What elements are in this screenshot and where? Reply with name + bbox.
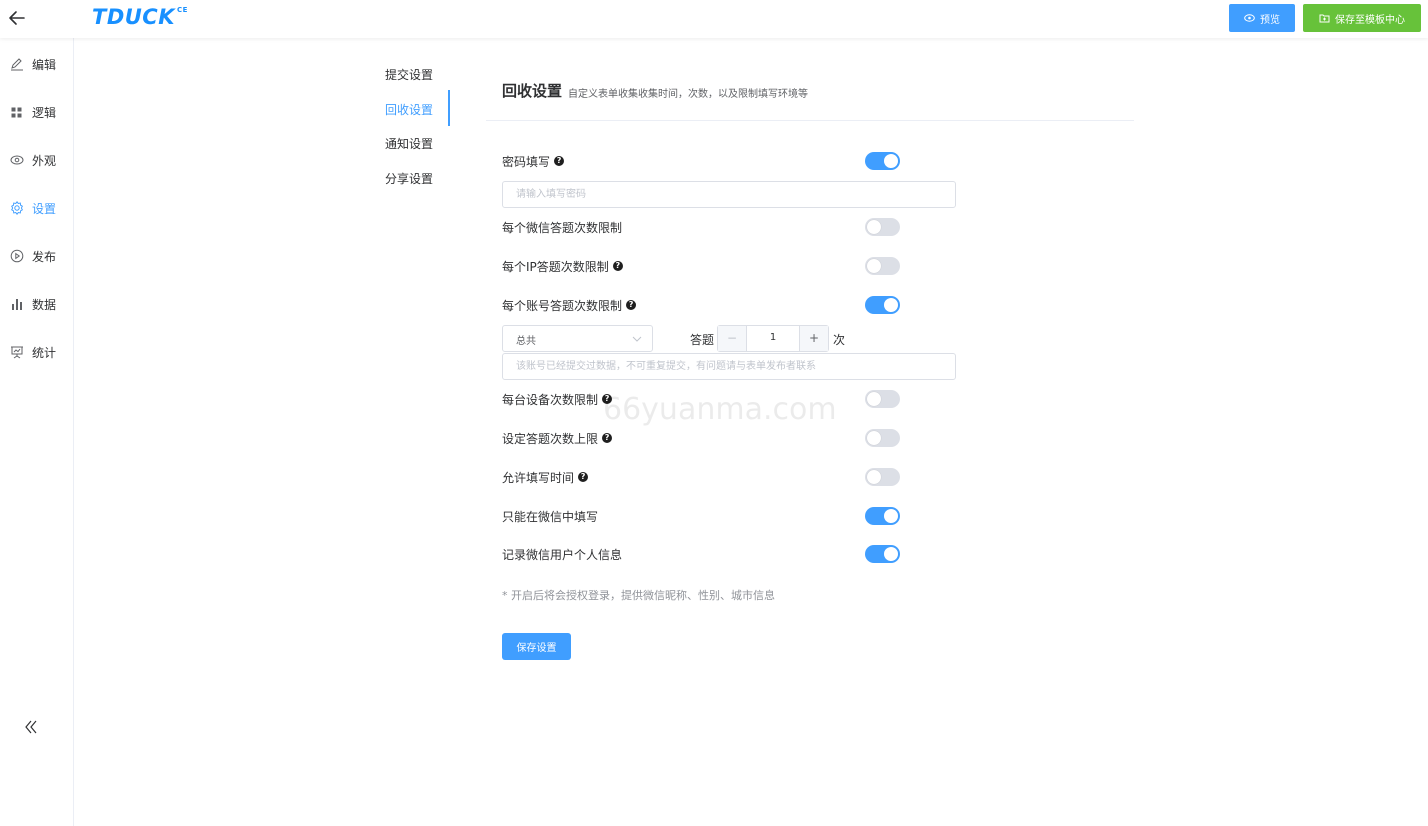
password-setting-label: 密码填写 ?: [502, 152, 565, 170]
sidebar-item-settings[interactable]: 设置: [0, 196, 73, 220]
password-input[interactable]: [502, 181, 956, 208]
save-to-template-button[interactable]: 保存至模板中心: [1303, 4, 1421, 32]
sidebar-item-label: 数据: [32, 298, 57, 312]
sidebar-item-label: 发布: [32, 250, 57, 264]
account-limit-switch[interactable]: [865, 296, 900, 314]
question-circle-icon[interactable]: ?: [578, 472, 589, 482]
setting-label-text: 每个微信答题次数限制: [502, 220, 623, 235]
increment-button[interactable]: +: [799, 326, 828, 351]
section-divider: [486, 120, 1134, 121]
count-label: 答题: [690, 333, 715, 347]
submenu-collect-settings[interactable]: 回收设置: [385, 101, 450, 118]
setting-label-text: 每台设备次数限制: [502, 392, 599, 407]
select-value: 总共: [516, 336, 536, 347]
sidebar-item-appearance[interactable]: 外观: [0, 148, 73, 172]
wechat-only-switch[interactable]: [865, 507, 900, 525]
switch-knob: [884, 154, 898, 168]
wechat-userinfo-switch[interactable]: [865, 545, 900, 563]
setting-label-text: 设定答题次数上限: [502, 431, 599, 446]
switch-knob: [884, 547, 898, 561]
switch-knob: [867, 470, 881, 484]
left-sidebar: 编辑 逻辑 外观 设置 发布 数据 统计: [0, 38, 74, 826]
submenu-active-indicator: [448, 90, 450, 126]
device-limit-label: 每台设备次数限制 ?: [502, 390, 613, 408]
limit-period-select[interactable]: 总共: [502, 325, 653, 352]
switch-knob: [867, 392, 881, 406]
time-limit-label: 允许填写时间 ?: [502, 468, 589, 486]
section-description: 自定义表单收集收集时间，次数，以及限制填写环境等: [568, 89, 808, 100]
question-circle-icon[interactable]: ?: [612, 261, 623, 271]
save-settings-button[interactable]: 保存设置: [502, 633, 571, 660]
count-stepper: − 1 +: [717, 325, 829, 352]
eye-icon: [1244, 14, 1255, 22]
sidebar-item-label: 统计: [32, 346, 57, 360]
switch-knob: [867, 431, 881, 445]
sidebar-item-label: 外观: [32, 154, 57, 168]
switch-knob: [867, 259, 881, 273]
submenu-share-settings[interactable]: 分享设置: [385, 170, 450, 187]
sidebar-item-label: 设置: [32, 202, 57, 216]
question-circle-icon[interactable]: ?: [602, 394, 613, 404]
chevron-down-icon: [632, 336, 642, 342]
double-chevron-left-icon[interactable]: [22, 718, 40, 736]
switch-knob: [884, 298, 898, 312]
wechat-auth-note: * 开启后将会授权登录，提供微信昵称、性别、城市信息: [502, 589, 775, 602]
wechat-only-label: 只能在微信中填写: [502, 507, 598, 525]
submenu-notify-settings[interactable]: 通知设置: [385, 135, 450, 152]
gear-icon: [11, 201, 23, 215]
preview-button[interactable]: 预览: [1229, 4, 1295, 32]
count-unit: 次: [833, 333, 846, 347]
setting-label-text: 每个账号答题次数限制: [502, 298, 623, 313]
sidebar-item-edit[interactable]: 编辑: [0, 52, 73, 76]
preview-label: 预览: [1260, 14, 1280, 26]
time-limit-switch[interactable]: [865, 468, 900, 486]
logo: TDUCK CE: [92, 5, 188, 29]
ip-limit-label: 每个IP答题次数限制 ?: [502, 257, 623, 275]
password-switch[interactable]: [865, 152, 900, 170]
logo-edition: CE: [177, 6, 188, 14]
logo-text: TDUCK: [92, 5, 175, 29]
bar-chart-icon: [12, 299, 22, 310]
question-circle-icon[interactable]: ?: [602, 433, 613, 443]
sidebar-item-data[interactable]: 数据: [0, 292, 73, 316]
setting-label-text: 只能在微信中填写: [502, 509, 599, 524]
device-limit-switch[interactable]: [865, 390, 900, 408]
sidebar-item-publish[interactable]: 发布: [0, 244, 73, 268]
play-circle-icon: [10, 249, 24, 263]
pencil-icon: [11, 58, 23, 71]
submenu-submit-settings[interactable]: 提交设置: [385, 66, 450, 83]
sidebar-item-logic[interactable]: 逻辑: [0, 100, 73, 124]
account-limit-label: 每个账号答题次数限制 ?: [502, 296, 637, 314]
wechat-limit-label: 每个微信答题次数限制: [502, 218, 622, 236]
wechat-userinfo-label: 记录微信用户个人信息: [502, 545, 622, 563]
setting-label-text: 每个IP答题次数限制: [502, 259, 609, 274]
watermark: 66yuanma.com: [603, 392, 837, 427]
grid-icon: [11, 107, 22, 118]
top-header: TDUCK CE 预览 保存至模板中心: [0, 0, 1428, 38]
switch-knob: [867, 220, 881, 234]
max-limit-switch[interactable]: [865, 429, 900, 447]
max-limit-label: 设定答题次数上限 ?: [502, 429, 613, 447]
ip-limit-switch[interactable]: [865, 257, 900, 275]
wechat-limit-switch[interactable]: [865, 218, 900, 236]
question-circle-icon[interactable]: ?: [626, 300, 637, 310]
setting-label-text: 允许填写时间: [502, 470, 575, 485]
switch-knob: [884, 509, 898, 523]
save-to-template-label: 保存至模板中心: [1335, 14, 1405, 26]
setting-label-text: 记录微信用户个人信息: [502, 547, 623, 562]
sidebar-item-label: 逻辑: [32, 106, 57, 120]
sidebar-item-statistics[interactable]: 统计: [0, 340, 73, 364]
presentation-chart-icon: [11, 346, 23, 359]
section-title: 回收设置: [502, 82, 563, 100]
eye-icon: [10, 155, 24, 165]
folder-add-icon: [1319, 14, 1330, 23]
account-limit-message-input[interactable]: [502, 353, 956, 380]
question-circle-icon[interactable]: ?: [554, 156, 565, 166]
decrement-button[interactable]: −: [718, 326, 747, 351]
sidebar-item-label: 编辑: [32, 58, 57, 72]
setting-label-text: 密码填写: [502, 154, 551, 169]
back-arrow-icon[interactable]: [6, 7, 28, 29]
count-value[interactable]: 1: [746, 332, 800, 343]
